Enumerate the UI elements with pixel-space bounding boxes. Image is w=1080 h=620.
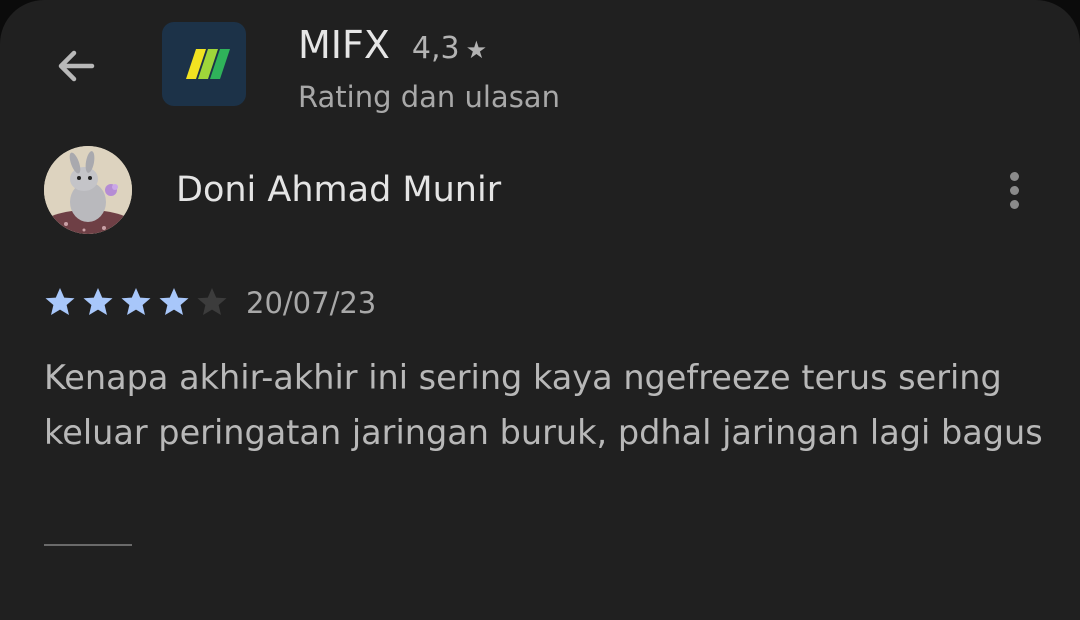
- star-filled-icon: [121, 288, 151, 315]
- review-date: 20/07/23: [246, 286, 377, 320]
- app-name: MIFX: [298, 23, 390, 67]
- page-subtitle: Rating dan ulasan: [298, 80, 560, 114]
- review-text: Kenapa akhir-akhir ini sering kaya ngefr…: [44, 358, 1043, 452]
- more-vert-icon-dot: [1009, 185, 1019, 195]
- star-icon: ★: [465, 36, 488, 64]
- star-filled-icon: [83, 288, 113, 315]
- divider: [44, 544, 132, 546]
- star-filled-icon: [45, 288, 75, 315]
- ratings-sheet: MIFX 4,3 ★ Rating dan ulasan Doni Ahmad …: [0, 0, 1080, 620]
- rabbit-avatar-icon: [44, 146, 132, 234]
- app-icon[interactable]: [162, 22, 246, 106]
- avatar: [44, 146, 132, 234]
- reviewer-name: Doni Ahmad Munir: [176, 170, 502, 210]
- app-rating: 4,3: [411, 31, 460, 66]
- more-vert-icon-dot: [1009, 199, 1019, 209]
- arrow-left-icon: [58, 50, 95, 82]
- app-title: MIFX 4,3 ★: [298, 22, 487, 68]
- more-vert-icon: [1009, 171, 1019, 181]
- back-button[interactable]: [44, 34, 108, 98]
- star-empty-icon: [197, 288, 227, 315]
- star-rating: [44, 286, 228, 318]
- more-options-button[interactable]: [990, 166, 1038, 214]
- mifx-logo-icon: [186, 49, 230, 79]
- star-filled-icon: [159, 288, 189, 315]
